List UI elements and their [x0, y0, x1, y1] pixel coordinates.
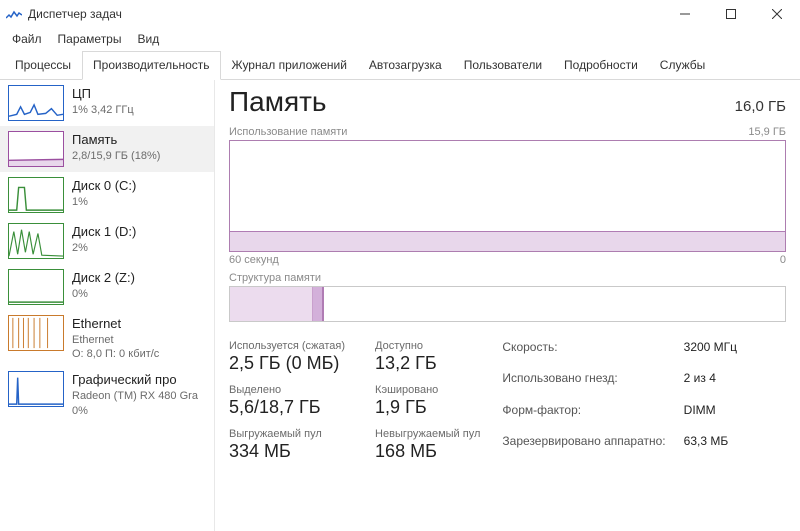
menu-options[interactable]: Параметры	[50, 30, 130, 48]
stat-nonpaged-value: 168 МБ	[375, 441, 480, 462]
tab-processes[interactable]: Процессы	[4, 51, 82, 79]
sidebar-item-disk1[interactable]: Диск 1 (D:) 2%	[0, 218, 214, 264]
window-title: Диспетчер задач	[28, 7, 122, 21]
tab-startup[interactable]: Автозагрузка	[358, 51, 453, 79]
sidebar-item-sub: Ethernet	[72, 333, 159, 347]
stat-slots-label: Использовано гнезд:	[502, 371, 665, 399]
gpu-thumbnail-icon	[8, 371, 64, 407]
sidebar-item-disk0[interactable]: Диск 0 (C:) 1%	[0, 172, 214, 218]
tab-bar: Процессы Производительность Журнал прило…	[0, 50, 800, 80]
menu-bar: Файл Параметры Вид	[0, 28, 800, 50]
sidebar-item-sub2: 0%	[72, 404, 198, 418]
memory-stats-left: Используется (сжатая) 2,5 ГБ (0 МБ) Дост…	[229, 340, 480, 462]
stat-speed-value: 3200 МГц	[684, 340, 737, 368]
sidebar-item-label: Диск 0 (C:)	[72, 178, 136, 195]
maximize-button[interactable]	[708, 0, 754, 28]
sidebar-item-sub: 2,8/15,9 ГБ (18%)	[72, 149, 160, 163]
stat-commit-label: Выделено	[229, 384, 345, 396]
stat-paged-label: Выгружаемый пул	[229, 428, 345, 440]
sidebar-item-label: Ethernet	[72, 316, 159, 333]
app-icon	[6, 6, 22, 22]
usage-chart-max: 15,9 ГБ	[748, 126, 786, 138]
tab-services[interactable]: Службы	[649, 51, 716, 79]
disk-thumbnail-icon	[8, 269, 64, 305]
stat-form-label: Форм-фактор:	[502, 403, 665, 431]
sidebar-item-cpu[interactable]: ЦП 1% 3,42 ГГц	[0, 80, 214, 126]
tab-app-history[interactable]: Журнал приложений	[221, 51, 358, 79]
stat-slots-value: 2 из 4	[684, 371, 737, 399]
disk-thumbnail-icon	[8, 223, 64, 259]
memory-stats-right: Скорость: 3200 МГц Использовано гнезд: 2…	[502, 340, 737, 462]
sidebar-item-sub: 0%	[72, 287, 135, 301]
sidebar-item-sub: 1%	[72, 195, 136, 209]
sidebar-item-sub2: О: 8,0 П: 0 кбит/c	[72, 347, 159, 361]
sidebar-item-label: Диск 1 (D:)	[72, 224, 136, 241]
sidebar-item-disk2[interactable]: Диск 2 (Z:) 0%	[0, 264, 214, 310]
stat-nonpaged-label: Невыгружаемый пул	[375, 428, 480, 440]
sidebar-item-gpu[interactable]: Графический про Radeon (TM) RX 480 Gra 0…	[0, 366, 214, 422]
stat-paged-value: 334 МБ	[229, 441, 345, 462]
performance-detail-memory: Память 16,0 ГБ Использование памяти 15,9…	[215, 80, 800, 531]
menu-file[interactable]: Файл	[4, 30, 50, 48]
cpu-thumbnail-icon	[8, 85, 64, 121]
stat-used-value: 2,5 ГБ (0 МБ)	[229, 353, 345, 374]
sidebar-item-label: ЦП	[72, 86, 134, 103]
stat-form-value: DIMM	[684, 403, 737, 431]
stat-cached-label: Кэшировано	[375, 384, 480, 396]
sidebar-item-label: Память	[72, 132, 160, 149]
tab-details[interactable]: Подробности	[553, 51, 649, 79]
memory-thumbnail-icon	[8, 131, 64, 167]
menu-view[interactable]: Вид	[129, 30, 167, 48]
detail-total: 16,0 ГБ	[735, 98, 786, 115]
sidebar-item-label: Графический про	[72, 372, 198, 389]
stat-commit-value: 5,6/18,7 ГБ	[229, 397, 345, 418]
sidebar-item-sub: 2%	[72, 241, 136, 255]
disk-thumbnail-icon	[8, 177, 64, 213]
axis-left: 60 секунд	[229, 254, 279, 266]
tab-users[interactable]: Пользователи	[453, 51, 553, 79]
title-bar: Диспетчер задач	[0, 0, 800, 28]
close-button[interactable]	[754, 0, 800, 28]
stat-avail-label: Доступно	[375, 340, 480, 352]
stat-hw-value: 63,3 МБ	[684, 434, 737, 462]
stat-used-label: Используется (сжатая)	[229, 340, 345, 352]
stat-hw-label: Зарезервировано аппаратно:	[502, 434, 665, 462]
tab-performance[interactable]: Производительность	[82, 51, 220, 80]
sidebar-item-sub: Radeon (TM) RX 480 Gra	[72, 389, 198, 403]
memory-composition-chart	[229, 286, 786, 322]
memory-usage-chart	[229, 140, 786, 252]
minimize-button[interactable]	[662, 0, 708, 28]
sidebar-item-label: Диск 2 (Z:)	[72, 270, 135, 287]
stat-cached-value: 1,9 ГБ	[375, 397, 480, 418]
sidebar-item-ethernet[interactable]: Ethernet Ethernet О: 8,0 П: 0 кбит/c	[0, 310, 214, 366]
detail-title: Память	[229, 86, 327, 118]
usage-chart-label: Использование памяти	[229, 126, 347, 138]
memory-composition-label: Структура памяти	[229, 272, 786, 284]
performance-sidebar: ЦП 1% 3,42 ГГц Память 2,8/15,9 ГБ (18%) …	[0, 80, 215, 531]
stat-avail-value: 13,2 ГБ	[375, 353, 480, 374]
sidebar-item-memory[interactable]: Память 2,8/15,9 ГБ (18%)	[0, 126, 214, 172]
ethernet-thumbnail-icon	[8, 315, 64, 351]
axis-right: 0	[780, 254, 786, 266]
stat-speed-label: Скорость:	[502, 340, 665, 368]
sidebar-item-sub: 1% 3,42 ГГц	[72, 103, 134, 117]
